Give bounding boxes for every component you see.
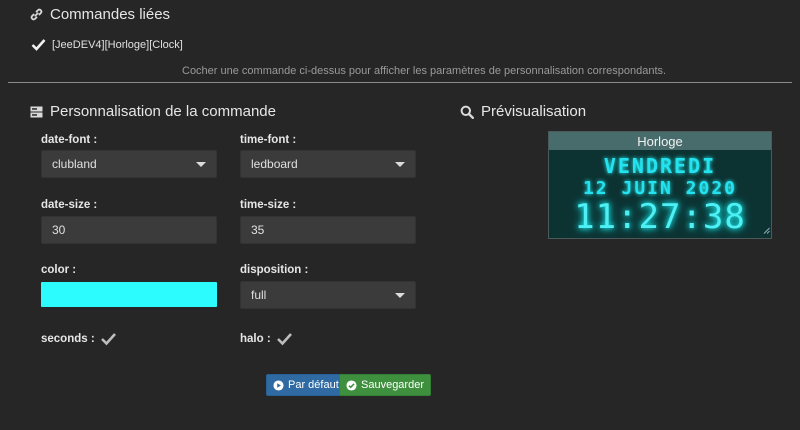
date-size-value: 30 — [52, 223, 66, 237]
widget-date-full: 12 JUIN 2020 — [582, 178, 738, 199]
date-size-input[interactable]: 30 — [41, 216, 217, 244]
customization-title: Personnalisation de la commande — [50, 103, 276, 120]
play-circle-icon — [273, 379, 284, 391]
time-size-input[interactable]: 35 — [240, 216, 416, 244]
widget-body: VENDREDI 12 JUIN 2020 11:27:38 — [549, 150, 771, 238]
disposition-select[interactable]: full — [240, 281, 416, 309]
linked-commands-title: Commandes liées — [50, 6, 171, 23]
color-label: color : — [41, 264, 77, 276]
chevron-down-icon — [395, 292, 405, 298]
time-size-label: time-size : — [240, 199, 297, 211]
date-font-select[interactable]: clubland — [41, 150, 217, 178]
section-divider — [8, 82, 792, 83]
date-font-label: date-font : — [41, 134, 98, 146]
save-button-label: Sauvegarder — [361, 379, 424, 391]
chevron-down-icon — [395, 161, 405, 167]
preview-title: Prévisualisation — [481, 103, 587, 120]
save-button[interactable]: Sauvegarder — [339, 374, 431, 396]
default-button-label: Par défaut — [288, 379, 339, 391]
link-icon — [30, 8, 43, 21]
linked-commands-header: Commandes liées — [30, 6, 170, 23]
server-icon — [30, 106, 43, 118]
time-font-value: ledboard — [251, 157, 298, 171]
time-font-select[interactable]: ledboard — [240, 150, 416, 178]
disposition-value: full — [251, 288, 267, 302]
seconds-checkbox-icon[interactable] — [100, 331, 117, 346]
linked-commands-hint: Cocher une commande ci-dessus pour affic… — [182, 65, 667, 77]
widget-time: 11:27:38 — [574, 197, 746, 237]
date-font-value: clubland — [52, 157, 97, 171]
checkbox-checked-icon[interactable] — [31, 38, 46, 51]
time-font-label: time-font : — [240, 134, 297, 146]
widget-title: Horloge — [549, 132, 771, 150]
resize-handle-icon[interactable] — [763, 223, 770, 237]
seconds-label: seconds : — [41, 332, 95, 345]
linked-command-label: [JeeDEV4][Horloge][Clock] — [52, 38, 183, 51]
preview-header: Prévisualisation — [460, 103, 586, 120]
color-picker[interactable] — [41, 282, 217, 307]
widget-date-day: VENDREDI — [603, 154, 717, 178]
linked-command-item[interactable]: [JeeDEV4][Horloge][Clock] — [31, 38, 183, 51]
default-button[interactable]: Par défaut — [266, 374, 346, 396]
customization-header: Personnalisation de la commande — [30, 103, 276, 120]
time-size-value: 35 — [251, 223, 265, 237]
seconds-option: seconds : — [41, 331, 117, 346]
disposition-label: disposition : — [240, 264, 309, 276]
chevron-down-icon — [196, 161, 206, 167]
check-circle-icon — [346, 379, 357, 391]
halo-label: halo : — [240, 332, 271, 345]
halo-checkbox-icon[interactable] — [276, 331, 293, 346]
search-icon — [460, 105, 474, 119]
clock-widget-preview: Horloge VENDREDI 12 JUIN 2020 11:27:38 — [548, 131, 772, 239]
date-size-label: date-size : — [41, 199, 98, 211]
halo-option: halo : — [240, 331, 293, 346]
